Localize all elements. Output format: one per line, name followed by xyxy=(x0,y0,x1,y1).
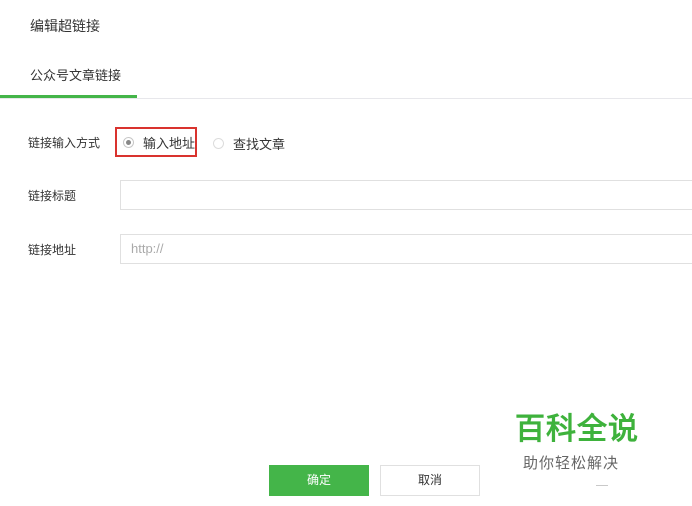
tab-article-link[interactable]: 公众号文章链接 xyxy=(0,62,137,98)
watermark: 百科全说 助你轻松解决 xyxy=(503,408,653,483)
link-title-label: 链接标题 xyxy=(28,189,77,203)
watermark-subtitle: 助你轻松解决 xyxy=(523,454,620,472)
link-url-placeholder: http:// xyxy=(131,241,164,256)
radio-unchecked-icon xyxy=(213,137,224,149)
radio-find-article[interactable]: 查找文章 xyxy=(213,133,285,153)
tab-label: 公众号文章链接 xyxy=(30,69,122,84)
input-method-label: 链接输入方式 xyxy=(28,136,101,150)
radio-label: 查找文章 xyxy=(233,137,286,153)
confirm-button[interactable]: 确定 xyxy=(269,465,369,496)
link-url-input[interactable]: http:// xyxy=(120,234,692,264)
divider-mark xyxy=(596,485,608,486)
link-title-input[interactable] xyxy=(120,180,692,210)
watermark-title: 百科全说 xyxy=(515,412,639,447)
cancel-button[interactable]: 取消 xyxy=(380,465,480,496)
dialog-title: 编辑超链接 xyxy=(30,19,100,35)
radio-checked-icon xyxy=(123,136,134,148)
radio-label: 输入地址 xyxy=(143,136,196,152)
tab-divider xyxy=(0,98,692,99)
link-url-label: 链接地址 xyxy=(28,243,77,257)
radio-enter-address[interactable]: 输入地址 xyxy=(115,127,197,157)
